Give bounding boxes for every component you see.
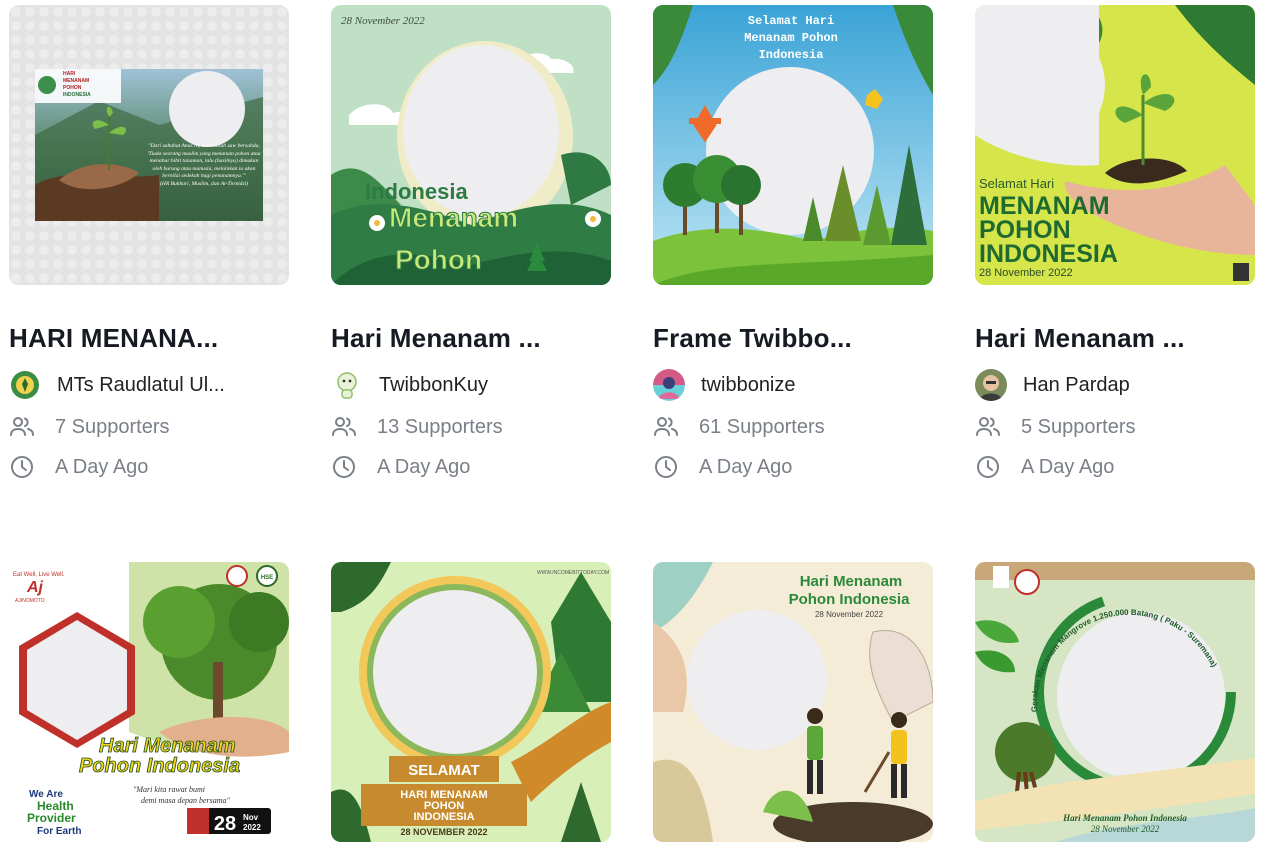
time-row: A Day Ago — [975, 453, 1255, 481]
svg-text:Indonesia: Indonesia — [759, 48, 824, 62]
campaign-title[interactable]: Hari Menanam ... — [331, 321, 611, 355]
supporters-row: 13 Supporters — [331, 413, 611, 441]
svg-text:Pohon: Pohon — [395, 244, 482, 275]
creator-avatar — [331, 369, 363, 401]
campaign-thumbnail[interactable]: HARI MENANAM POHON INDONESIA "Dari sahab… — [9, 5, 289, 285]
creator-row[interactable]: Han Pardap — [975, 369, 1255, 401]
campaign-thumbnail[interactable]: 28 November 2022 Indonesia Menanam Pohon — [331, 5, 611, 285]
supporters-row: 61 Supporters — [653, 413, 933, 441]
svg-text:Pohon Indonesia: Pohon Indonesia — [789, 591, 910, 608]
creator-name: Han Pardap — [1023, 373, 1130, 396]
clock-icon — [333, 456, 355, 478]
svg-text:Hari Menanam: Hari Menanam — [800, 573, 903, 590]
time-ago: A Day Ago — [699, 455, 793, 478]
svg-text:INDONESIA: INDONESIA — [63, 92, 91, 98]
svg-text:MENANAM: MENANAM — [63, 78, 89, 84]
svg-text:INDONESIA: INDONESIA — [413, 811, 474, 823]
svg-text:Hari Menanam Pohon Indonesia: Hari Menanam Pohon Indonesia — [1062, 813, 1187, 823]
campaign-thumbnail[interactable]: Hari Menanam Pohon Indonesia 28 November… — [653, 562, 933, 842]
campaign-card[interactable]: WWW.INCOMEBITTODAY.COM SELAMAT HARI MENA… — [331, 562, 611, 842]
creator-name: MTs Raudlatul Ul... — [57, 373, 225, 396]
campaign-card[interactable]: Hari Menanam Pohon Indonesia 28 November… — [653, 562, 933, 842]
users-icon — [10, 417, 34, 436]
svg-text:For Earth: For Earth — [37, 826, 81, 837]
svg-text:SELAMAT: SELAMAT — [408, 762, 479, 779]
svg-text:POHON: POHON — [63, 85, 82, 91]
svg-text:Selamat Hari: Selamat Hari — [748, 14, 834, 28]
campaign-title[interactable]: HARI MENANA... — [9, 321, 289, 355]
supporters-row: 7 Supporters — [9, 413, 289, 441]
svg-text:Indonesia: Indonesia — [365, 179, 468, 204]
svg-text:Menanam Pohon: Menanam Pohon — [744, 31, 838, 45]
campaign-thumbnail[interactable]: WWW.INCOMEBITTODAY.COM SELAMAT HARI MENA… — [331, 562, 611, 842]
svg-text:"Mari kita rawat bumi: "Mari kita rawat bumi — [133, 785, 205, 794]
time-ago: A Day Ago — [1021, 455, 1115, 478]
svg-text:AJINOMOTO: AJINOMOTO — [15, 598, 45, 604]
clock-icon — [655, 456, 677, 478]
svg-text:Menanam: Menanam — [389, 202, 518, 233]
time-row: A Day Ago — [9, 453, 289, 481]
creator-row[interactable]: twibbonize — [653, 369, 933, 401]
creator-row[interactable]: TwibbonKuy — [331, 369, 611, 401]
svg-text:demi masa depan bersama": demi masa depan bersama" — [141, 796, 231, 805]
time-row: A Day Ago — [653, 453, 933, 481]
campaign-thumbnail[interactable]: Selamat Hari MENANAM POHON INDONESIA 28 … — [975, 5, 1255, 285]
users-icon — [654, 417, 678, 436]
campaign-card[interactable]: 28 November 2022 Indonesia Menanam Pohon… — [331, 5, 611, 481]
time-row: A Day Ago — [331, 453, 611, 481]
users-icon — [332, 417, 356, 436]
svg-text:Nov: Nov — [243, 813, 259, 822]
users-icon — [976, 417, 1000, 436]
svg-text:Pohon Indonesia: Pohon Indonesia — [79, 755, 240, 777]
creator-name: TwibbonKuy — [379, 373, 488, 396]
campaign-card[interactable]: Selamat Hari MENANAM POHON INDONESIA 28 … — [975, 5, 1255, 481]
campaign-title[interactable]: Frame Twibbo... — [653, 321, 933, 355]
campaign-card[interactable]: Gerakan Menanam Mangrove 1.250.000 Batan… — [975, 562, 1255, 842]
campaign-thumbnail[interactable]: Eat Well, Live Well. Aj AJINOMOTO HSE Ha… — [9, 562, 289, 842]
campaign-thumbnail[interactable]: Gerakan Menanam Mangrove 1.250.000 Batan… — [975, 562, 1255, 842]
clock-icon — [977, 456, 999, 478]
svg-text:28: 28 — [214, 813, 236, 835]
campaign-card[interactable]: Eat Well, Live Well. Aj AJINOMOTO HSE Ha… — [9, 562, 289, 842]
time-ago: A Day Ago — [377, 455, 471, 478]
svg-text:Eat Well, Live Well.: Eat Well, Live Well. — [13, 572, 65, 578]
creator-name: twibbonize — [701, 373, 796, 396]
svg-text:HSE: HSE — [261, 575, 273, 581]
svg-text:28 November 2022: 28 November 2022 — [341, 15, 425, 27]
campaign-title[interactable]: Hari Menanam ... — [975, 321, 1255, 355]
creator-row[interactable]: MTs Raudlatul Ul... — [9, 369, 289, 401]
time-ago: A Day Ago — [55, 455, 149, 478]
supporters-row: 5 Supporters — [975, 413, 1255, 441]
svg-text:28 NOVEMBER 2022: 28 NOVEMBER 2022 — [400, 827, 487, 837]
supporters-count: 61 Supporters — [699, 415, 825, 438]
creator-avatar — [975, 369, 1007, 401]
svg-text:Selamat Hari: Selamat Hari — [979, 176, 1054, 191]
creator-avatar — [653, 369, 685, 401]
clock-icon — [11, 456, 33, 478]
svg-text:2022: 2022 — [243, 823, 261, 832]
supporters-count: 7 Supporters — [55, 415, 170, 438]
svg-text:Aj: Aj — [26, 579, 44, 596]
svg-text:28 November 2022: 28 November 2022 — [815, 610, 884, 619]
svg-text:Provider: Provider — [27, 811, 76, 825]
svg-text:28 November 2022: 28 November 2022 — [979, 267, 1073, 279]
svg-text:28 November 2022: 28 November 2022 — [1091, 824, 1160, 834]
supporters-count: 13 Supporters — [377, 415, 503, 438]
campaign-card[interactable]: HARI MENANAM POHON INDONESIA "Dari sahab… — [9, 5, 289, 481]
campaign-thumbnail[interactable]: Selamat Hari Menanam Pohon Indonesia — [653, 5, 933, 285]
campaign-card[interactable]: Selamat Hari Menanam Pohon Indonesia Fra… — [653, 5, 933, 481]
svg-text:INDONESIA: INDONESIA — [979, 240, 1118, 268]
campaign-grid: HARI MENANAM POHON INDONESIA "Dari sahab… — [0, 0, 1262, 848]
creator-avatar — [9, 369, 41, 401]
svg-text:HARI: HARI — [63, 71, 76, 77]
svg-text:Hari Menanam: Hari Menanam — [99, 735, 236, 757]
supporters-count: 5 Supporters — [1021, 415, 1136, 438]
svg-text:WWW.INCOMEBITTODAY.COM: WWW.INCOMEBITTODAY.COM — [537, 570, 609, 576]
